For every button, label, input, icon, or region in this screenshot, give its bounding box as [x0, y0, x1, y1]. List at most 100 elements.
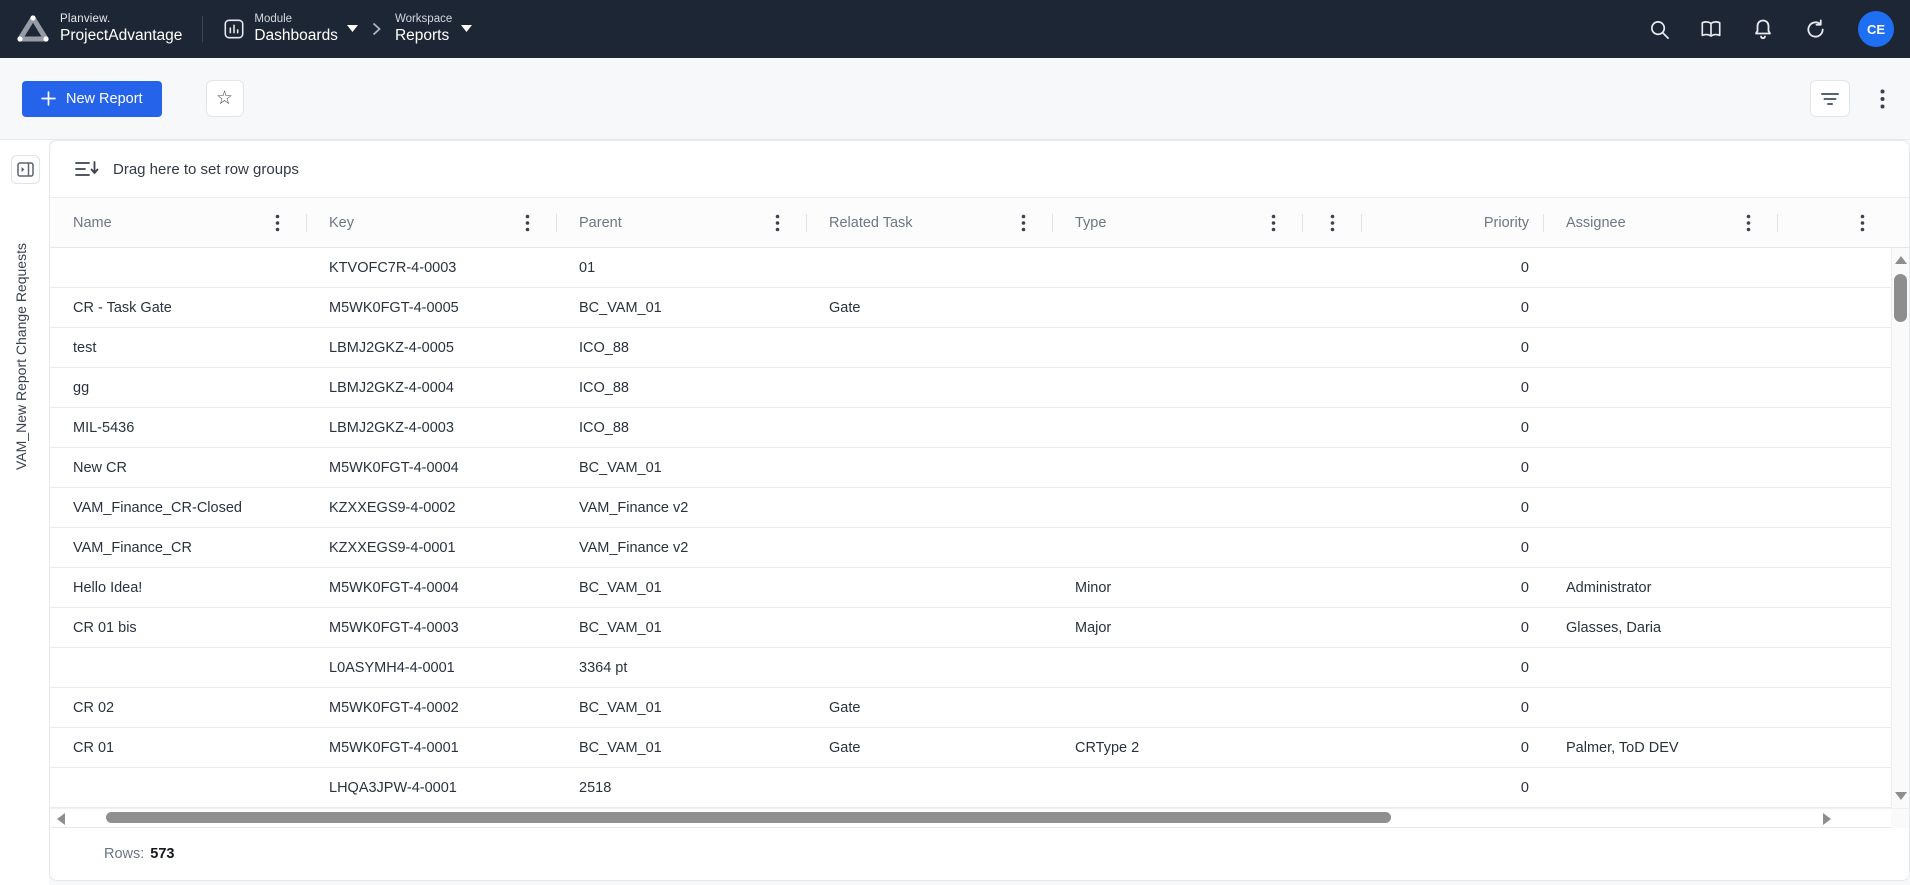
horizontal-scroll-thumb[interactable] [106, 812, 1391, 823]
column-header-related_task[interactable]: Related Task [806, 198, 1052, 247]
module-switcher[interactable]: Module Dashboards [223, 13, 358, 45]
horizontal-scrollbar[interactable] [50, 808, 1909, 827]
search-icon[interactable] [1648, 18, 1670, 40]
workspace-label: Reports [395, 27, 452, 46]
cell-name: test [50, 328, 306, 367]
cell-priority: 0 [1361, 408, 1543, 447]
column-header-name[interactable]: Name [50, 198, 306, 247]
scroll-up-icon[interactable] [1895, 256, 1907, 264]
rows-count: 573 [150, 846, 174, 862]
rows-label: Rows: [104, 846, 144, 862]
column-menu-icon[interactable] [1021, 214, 1026, 232]
cell-parent: ICO_88 [556, 368, 806, 407]
table-row[interactable]: Hello Idea!M5WK0FGT-4-0004BC_VAM_01Minor… [50, 568, 1891, 608]
column-menu-icon[interactable] [525, 214, 530, 232]
column-header-label: Name [73, 215, 112, 231]
dashboards-icon [223, 18, 245, 40]
breadcrumb-chevron-icon [372, 22, 381, 36]
cell-key: LBMJ2GKZ-4-0005 [306, 328, 556, 367]
new-report-button[interactable]: New Report [22, 81, 162, 117]
scroll-left-icon[interactable] [57, 813, 65, 825]
cell-parent: BC_VAM_01 [556, 568, 806, 607]
report-tab-label[interactable]: VAM_New Report Change Requests [13, 243, 29, 470]
table-row[interactable]: LHQA3JPW-4-000125180 [50, 768, 1891, 808]
column-menu-icon[interactable] [275, 214, 280, 232]
table-row[interactable]: CR 01 bisM5WK0FGT-4-0003BC_VAM_01Major0G… [50, 608, 1891, 648]
cell-parent: BC_VAM_01 [556, 288, 806, 327]
table-row[interactable]: L0ASYMH4-4-00013364 pt0 [50, 648, 1891, 688]
vertical-scroll-thumb[interactable] [1894, 274, 1907, 322]
cell-parent: ICO_88 [556, 408, 806, 447]
cell-assignee: Palmer, ToD DEV [1543, 728, 1777, 767]
cell-name: VAM_Finance_CR-Closed [50, 488, 306, 527]
sidebar-toggle-icon [17, 162, 34, 177]
table-row[interactable]: CR - Task GateM5WK0FGT-4-0005BC_VAM_01Ga… [50, 288, 1891, 328]
column-menu-icon[interactable] [775, 214, 780, 232]
avatar-initials: CE [1867, 22, 1885, 37]
cell-type: Minor [1052, 568, 1302, 607]
cell-name: CR 01 bis [50, 608, 306, 647]
column-header-blank1[interactable] [1302, 198, 1361, 247]
cell-key: M5WK0FGT-4-0002 [306, 688, 556, 727]
cell-key: KZXXEGS9-4-0002 [306, 488, 556, 527]
cell-parent: 01 [556, 248, 806, 287]
cell-name: New CR [50, 448, 306, 487]
grid-rows-viewport: LHQA3JPW-4-000125180CR 01M5WK0FGT-4-0001… [50, 248, 1909, 808]
notifications-bell-icon[interactable] [1752, 18, 1774, 40]
column-header-key[interactable]: Key [306, 198, 556, 247]
table-row[interactable]: ggLBMJ2GKZ-4-0004ICO_880 [50, 368, 1891, 408]
row-group-dropzone[interactable]: Drag here to set row groups [50, 141, 1909, 198]
cell-priority: 0 [1361, 288, 1543, 327]
scroll-right-icon[interactable] [1823, 813, 1831, 825]
cell-related_task: Gate [806, 688, 1052, 727]
column-header-priority[interactable]: Priority [1361, 198, 1543, 247]
filter-icon [1821, 92, 1839, 106]
cell-parent: BC_VAM_01 [556, 688, 806, 727]
workspace-eyebrow: Workspace [395, 13, 452, 27]
plus-icon [41, 91, 56, 106]
refresh-icon[interactable] [1804, 18, 1826, 40]
help-book-icon[interactable] [1700, 18, 1722, 40]
table-row[interactable]: VAM_Finance_CR-ClosedKZXXEGS9-4-0002VAM_… [50, 488, 1891, 528]
column-menu-icon[interactable] [1860, 214, 1865, 232]
column-header-parent[interactable]: Parent [556, 198, 806, 247]
scroll-down-icon[interactable] [1895, 792, 1907, 800]
column-header-label: Type [1075, 215, 1106, 231]
table-row[interactable]: MIL-5436LBMJ2GKZ-4-0003ICO_880 [50, 408, 1891, 448]
cell-assignee: Glasses, Daria [1543, 608, 1777, 647]
cell-key: KZXXEGS9-4-0001 [306, 528, 556, 567]
table-row[interactable]: CR 02M5WK0FGT-4-0002BC_VAM_01Gate0 [50, 688, 1891, 728]
column-header-assignee[interactable]: Assignee [1543, 198, 1777, 247]
column-menu-icon[interactable] [1330, 214, 1335, 232]
cell-parent: BC_VAM_01 [556, 608, 806, 647]
toolbar-more-button[interactable] [1870, 80, 1894, 117]
column-header-type[interactable]: Type [1052, 198, 1302, 247]
cell-priority: 0 [1361, 248, 1543, 287]
workspace-switcher[interactable]: Workspace Reports [395, 13, 472, 45]
cell-type: CRType 2 [1052, 728, 1302, 767]
grid-status-bar: Rows: 573 [50, 827, 1909, 880]
cell-priority: 0 [1361, 568, 1543, 607]
table-row[interactable]: VAM_Finance_CRKZXXEGS9-4-0001VAM_Finance… [50, 528, 1891, 568]
cell-parent: BC_VAM_01 [556, 448, 806, 487]
table-row[interactable]: KTVOFC7R-4-0003010 [50, 248, 1891, 288]
cell-parent: 3364 pt [556, 648, 806, 687]
cell-name: VAM_Finance_CR [50, 528, 306, 567]
column-header-label: Related Task [829, 215, 913, 231]
column-menu-icon[interactable] [1746, 214, 1751, 232]
vertical-scrollbar[interactable] [1891, 248, 1909, 808]
cell-key: M5WK0FGT-4-0004 [306, 448, 556, 487]
expand-panel-button[interactable] [11, 155, 40, 184]
row-groups-icon [75, 160, 99, 178]
table-row[interactable]: New CRM5WK0FGT-4-0004BC_VAM_010 [50, 448, 1891, 488]
planview-logo[interactable]: Planview. ProjectAdvantage [16, 13, 182, 44]
table-row[interactable]: CR 01M5WK0FGT-4-0001BC_VAM_01GateCRType … [50, 728, 1891, 768]
favorite-button[interactable]: ☆ [206, 80, 244, 117]
column-header-blank2[interactable] [1777, 198, 1891, 247]
table-row[interactable]: testLBMJ2GKZ-4-0005ICO_880 [50, 328, 1891, 368]
user-avatar[interactable]: CE [1858, 11, 1894, 47]
module-eyebrow: Module [254, 13, 338, 27]
filter-button[interactable] [1810, 80, 1850, 117]
column-header-label: Key [329, 215, 354, 231]
column-menu-icon[interactable] [1271, 214, 1276, 232]
